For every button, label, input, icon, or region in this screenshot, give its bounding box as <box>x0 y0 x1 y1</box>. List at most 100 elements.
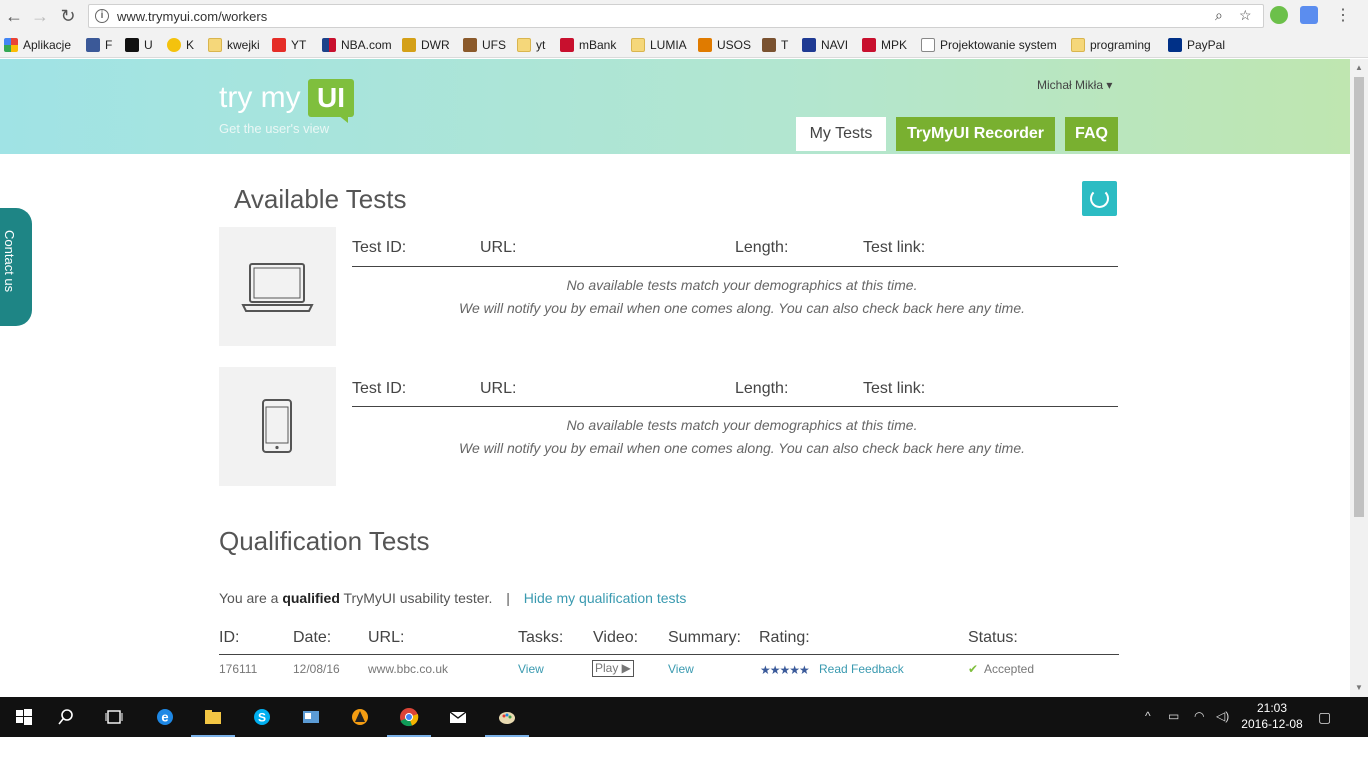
bookmark-item[interactable]: MPK <box>862 36 907 54</box>
page-icon <box>921 38 935 52</box>
skype-icon: S <box>254 709 270 725</box>
empty-message-line2: We will notify you by email when one com… <box>458 300 1025 316</box>
address-bar[interactable]: i www.trymyui.com/workers ⌕ ☆ <box>88 4 1264 28</box>
menu-icon[interactable]: ⋮ <box>1333 6 1353 26</box>
translate-icon[interactable] <box>1300 6 1318 24</box>
bookmark-item[interactable]: mBank <box>560 36 616 54</box>
paint-button[interactable] <box>483 697 531 737</box>
youtube-icon <box>272 38 286 52</box>
hide-qualification-link[interactable]: Hide my qualification tests <box>524 590 687 606</box>
screen-bottom <box>0 737 1368 768</box>
laptop-icon <box>241 263 314 312</box>
edge-icon: e <box>157 709 173 725</box>
start-button[interactable] <box>0 697 48 737</box>
nav-my-tests[interactable]: My Tests <box>796 117 886 151</box>
clock-date: 2016-12-08 <box>1241 717 1303 731</box>
file-explorer-button[interactable] <box>189 697 237 737</box>
col-test-id: Test ID: <box>352 239 407 256</box>
notifications-icon[interactable]: ▢ <box>1318 709 1331 726</box>
bookmark-star-icon[interactable]: ☆ <box>1239 7 1252 24</box>
dwr-icon <box>402 38 416 52</box>
desktop-device-box <box>219 227 336 346</box>
bookmark-item[interactable]: NAVI <box>802 36 848 54</box>
taskbar-clock[interactable]: 21:03 2016-12-08 <box>1240 700 1304 732</box>
summary-view-link[interactable]: View <box>668 662 694 676</box>
bookmark-item[interactable]: UFS <box>463 36 506 54</box>
bookmark-item[interactable]: USOS <box>698 36 751 54</box>
col-test-id: Test ID: <box>352 380 407 397</box>
chrome-icon <box>400 708 419 727</box>
tagline: Get the user's view <box>219 121 330 136</box>
facebook-icon <box>86 38 100 52</box>
bookmark-item[interactable]: NBA.com <box>322 36 392 54</box>
contact-us-tab[interactable]: Contact us <box>0 208 32 326</box>
logo-ui-box[interactable]: UI <box>308 79 354 117</box>
logo-text[interactable]: try my <box>219 81 301 115</box>
bookmark-item[interactable]: U <box>125 36 153 54</box>
apps-grid-icon <box>4 38 18 52</box>
bookmark-folder[interactable]: LUMIA <box>631 36 687 54</box>
refresh-button[interactable] <box>1082 181 1117 216</box>
cone-icon <box>352 709 368 725</box>
reload-button[interactable]: ↻ <box>58 6 78 26</box>
bookmark-folder[interactable]: yt <box>517 36 545 54</box>
scroll-thumb[interactable] <box>1354 77 1364 517</box>
scroll-down-icon[interactable]: ▼ <box>1355 683 1363 692</box>
check-icon: ✔ <box>968 662 979 676</box>
nav-recorder[interactable]: TryMyUI Recorder <box>896 117 1055 151</box>
battery-icon[interactable]: ▭ <box>1168 709 1179 723</box>
page-viewport: try my UI Get the user's view Michał Mik… <box>0 59 1350 697</box>
page-scrollbar[interactable]: ▲ ▼ <box>1350 59 1368 697</box>
bookmark-item[interactable]: F <box>86 36 112 54</box>
smiley-icon <box>167 38 181 52</box>
mbank-icon <box>560 38 574 52</box>
bookmark-item[interactable]: Projektowanie system <box>921 36 1057 54</box>
col-url: URL: <box>480 239 517 256</box>
col-length: Length: <box>735 380 789 397</box>
bookmark-item[interactable]: DWR <box>402 36 450 54</box>
task-view-button[interactable] <box>90 697 138 737</box>
forward-button[interactable]: → <box>30 6 50 26</box>
wifi-icon[interactable]: ◠ <box>1194 709 1204 723</box>
edge-button[interactable]: e <box>141 697 189 737</box>
folder-icon <box>517 38 531 52</box>
bookmark-folder[interactable]: programing <box>1071 36 1151 54</box>
back-button[interactable]: ← <box>4 6 24 26</box>
folder-icon <box>631 38 645 52</box>
bookmark-folder[interactable]: kwejki <box>208 36 260 54</box>
col-video: Video: <box>593 629 639 646</box>
play-video-button[interactable]: Play ▶ <box>592 660 634 677</box>
clock-time: 21:03 <box>1256 701 1288 715</box>
show-hidden-icons[interactable]: ^ <box>1145 709 1151 723</box>
bookmark-item[interactable]: K <box>167 36 194 54</box>
nav-faq[interactable]: FAQ <box>1065 117 1118 151</box>
zoom-icon[interactable]: ⌕ <box>1215 7 1223 24</box>
bookmark-apps[interactable]: Aplikacje <box>4 36 71 54</box>
mail-button[interactable] <box>434 697 482 737</box>
user-menu[interactable]: Michał Mikła ▾ <box>1037 78 1112 92</box>
volume-icon[interactable]: ◁) <box>1216 709 1229 723</box>
folder-icon <box>1071 38 1085 52</box>
search-button[interactable] <box>42 697 90 737</box>
site-info-icon[interactable]: i <box>95 9 109 23</box>
read-feedback-link[interactable]: Read Feedback <box>819 662 904 676</box>
mobile-device-box <box>219 367 336 486</box>
table-divider <box>352 406 1118 407</box>
bookmark-item[interactable]: PayPal <box>1168 36 1225 54</box>
app-button[interactable] <box>287 697 335 737</box>
col-url: URL: <box>368 629 405 646</box>
logo-speech-tail <box>338 115 348 123</box>
skype-button[interactable]: S <box>238 697 286 737</box>
scroll-up-icon[interactable]: ▲ <box>1355 63 1363 72</box>
extension-icon[interactable] <box>1270 6 1288 24</box>
feather-icon <box>463 38 477 52</box>
bookmark-item[interactable]: T <box>762 36 788 54</box>
chrome-button[interactable] <box>385 697 433 737</box>
bookmark-item[interactable]: YT <box>272 36 306 54</box>
col-rating: Rating: <box>759 629 810 646</box>
tasks-view-link[interactable]: View <box>518 662 544 676</box>
search-icon <box>58 709 73 725</box>
col-id: ID: <box>219 629 240 646</box>
vlc-button[interactable] <box>336 697 384 737</box>
empty-message-line2: We will notify you by email when one com… <box>458 440 1025 456</box>
